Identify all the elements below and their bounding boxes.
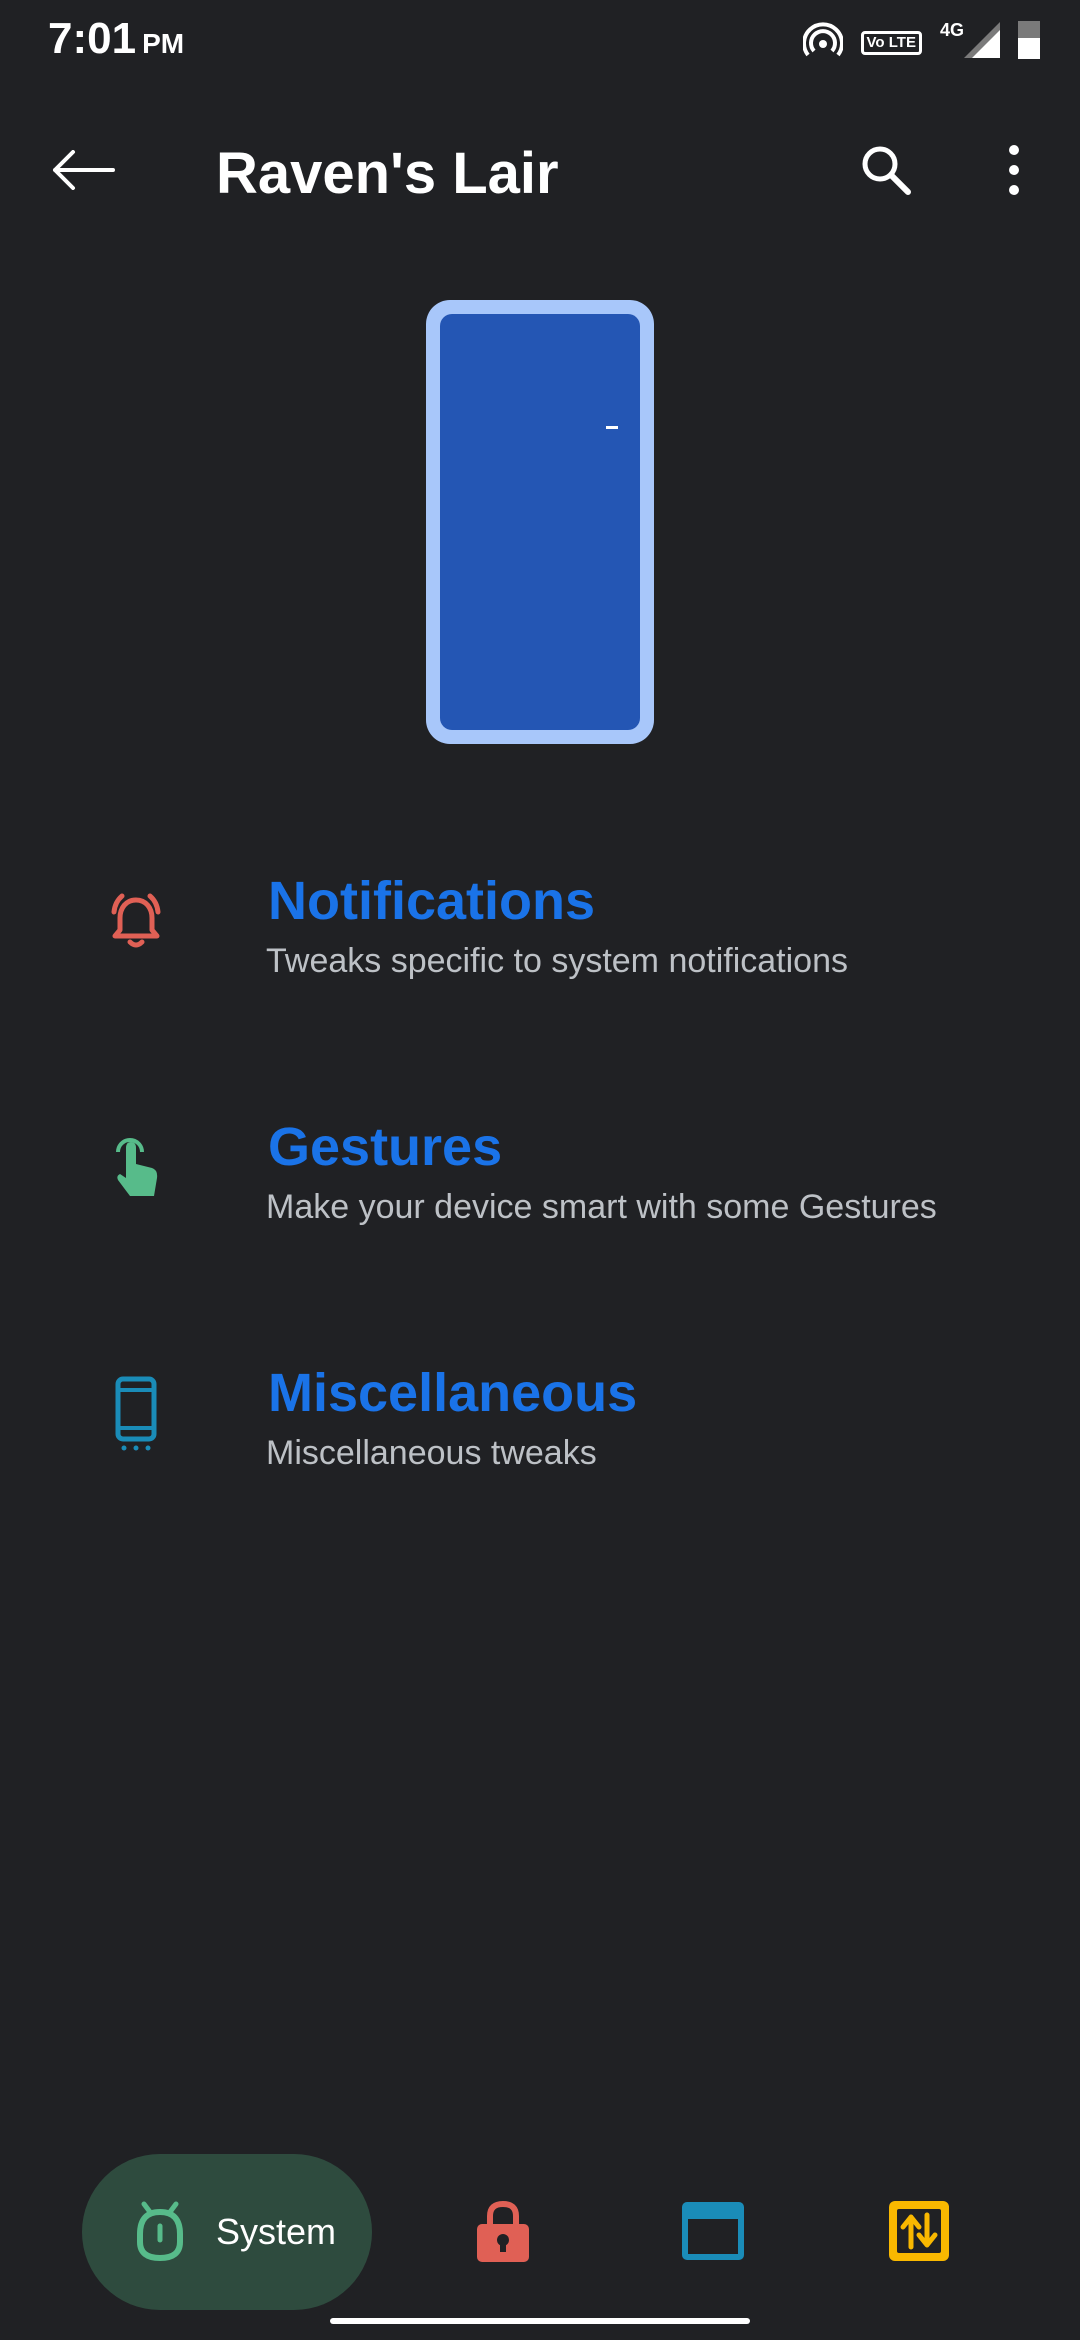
nav-tab-system[interactable]: System [82, 2154, 372, 2310]
android-head-icon [128, 2200, 192, 2264]
menu-item-subtitle: Make your device smart with some Gesture… [266, 1188, 937, 1226]
status-icons: Vo LTE 4G [801, 20, 1040, 65]
swap-vertical-icon [889, 2201, 949, 2261]
nav-tab-label: System [216, 2211, 337, 2252]
device-illustration-screen [440, 314, 640, 730]
battery-icon [1018, 21, 1040, 64]
bell-ringing-icon [96, 882, 176, 962]
status-bar: 7:01 PM Vo LTE 4G [0, 0, 1080, 84]
menu-item-subtitle: Miscellaneous tweaks [266, 1434, 597, 1472]
window-icon [682, 2202, 744, 2260]
more-vert-icon [1009, 145, 1019, 195]
volte-icon: Vo LTE [860, 30, 922, 55]
back-button[interactable] [40, 134, 126, 206]
signal-icon [964, 22, 1000, 63]
clock-time: 7:01 [48, 14, 137, 63]
bottom-navigation: System [0, 2150, 1080, 2310]
more-options-button[interactable] [982, 134, 1046, 206]
nav-tab-lock[interactable] [468, 2196, 538, 2266]
page-title: Raven's Lair [216, 141, 559, 206]
home-indicator[interactable] [330, 2318, 750, 2324]
menu-item-subtitle: Tweaks specific to system notifications [266, 942, 849, 980]
menu-item-gestures[interactable]: Gestures Make your device smart with som… [0, 1108, 1080, 1308]
status-time: 7:01 PM [48, 14, 184, 64]
menu-item-title: Gestures [268, 1117, 503, 1177]
hotspot-icon [801, 20, 844, 65]
search-icon [862, 146, 911, 195]
lock-icon [477, 2200, 529, 2262]
app-bar: Raven's Lair [0, 110, 1080, 230]
nav-tab-window[interactable] [678, 2196, 748, 2266]
nav-tab-tweaks[interactable] [884, 2196, 954, 2266]
menu-item-title: Miscellaneous [268, 1363, 638, 1423]
search-button[interactable] [846, 134, 926, 206]
device-illustration-mark [606, 426, 618, 429]
device-illustration [426, 300, 654, 744]
phone-device-icon [96, 1374, 176, 1454]
menu-item-notifications[interactable]: Notifications Tweaks specific to system … [0, 862, 1080, 1062]
back-arrow-icon [53, 150, 115, 190]
clock-ampm: PM [142, 28, 185, 59]
touch-gesture-icon [96, 1128, 176, 1208]
network-type-label: 4G [939, 20, 964, 40]
menu-item-miscellaneous[interactable]: Miscellaneous Miscellaneous tweaks [0, 1354, 1080, 1554]
menu-item-title: Notifications [268, 871, 596, 931]
